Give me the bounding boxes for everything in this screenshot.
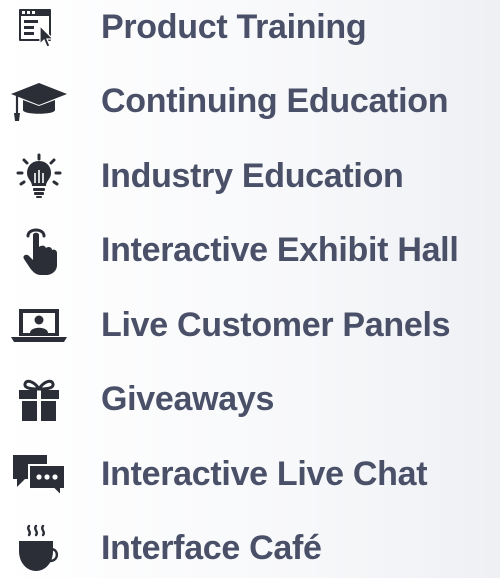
feature-label: Product Training bbox=[101, 8, 367, 46]
feature-label: Interactive Exhibit Hall bbox=[101, 231, 459, 269]
feature-item-giveaways: Giveaways bbox=[0, 369, 500, 429]
feature-item-industry-education: Industry Education bbox=[0, 146, 500, 206]
feature-item-live-customer-panels: Live Customer Panels bbox=[0, 295, 500, 355]
pointing-hand-icon bbox=[8, 220, 70, 280]
laptop-user-icon bbox=[8, 295, 70, 355]
feature-list: Product Training Continuing Education In… bbox=[0, 0, 500, 571]
feature-item-interactive-live-chat: Interactive Live Chat bbox=[0, 444, 500, 504]
gift-icon bbox=[8, 369, 70, 429]
graduation-cap-icon bbox=[8, 71, 70, 131]
feature-label: Live Customer Panels bbox=[101, 306, 451, 344]
feature-item-interface-cafe: Interface Café bbox=[0, 518, 500, 578]
feature-item-product-training: Product Training bbox=[0, 0, 500, 57]
feature-label: Interactive Live Chat bbox=[101, 455, 428, 493]
feature-item-interactive-exhibit-hall: Interactive Exhibit Hall bbox=[0, 220, 500, 280]
feature-item-continuing-education: Continuing Education bbox=[0, 71, 500, 131]
feature-label: Continuing Education bbox=[101, 82, 449, 120]
lightbulb-icon bbox=[8, 146, 70, 206]
feature-label: Interface Café bbox=[101, 529, 322, 567]
feature-label: Giveaways bbox=[101, 380, 275, 418]
feature-label: Industry Education bbox=[101, 157, 404, 195]
training-screen-icon bbox=[8, 0, 70, 57]
chat-bubbles-icon bbox=[8, 444, 70, 504]
coffee-cup-icon bbox=[8, 518, 70, 578]
